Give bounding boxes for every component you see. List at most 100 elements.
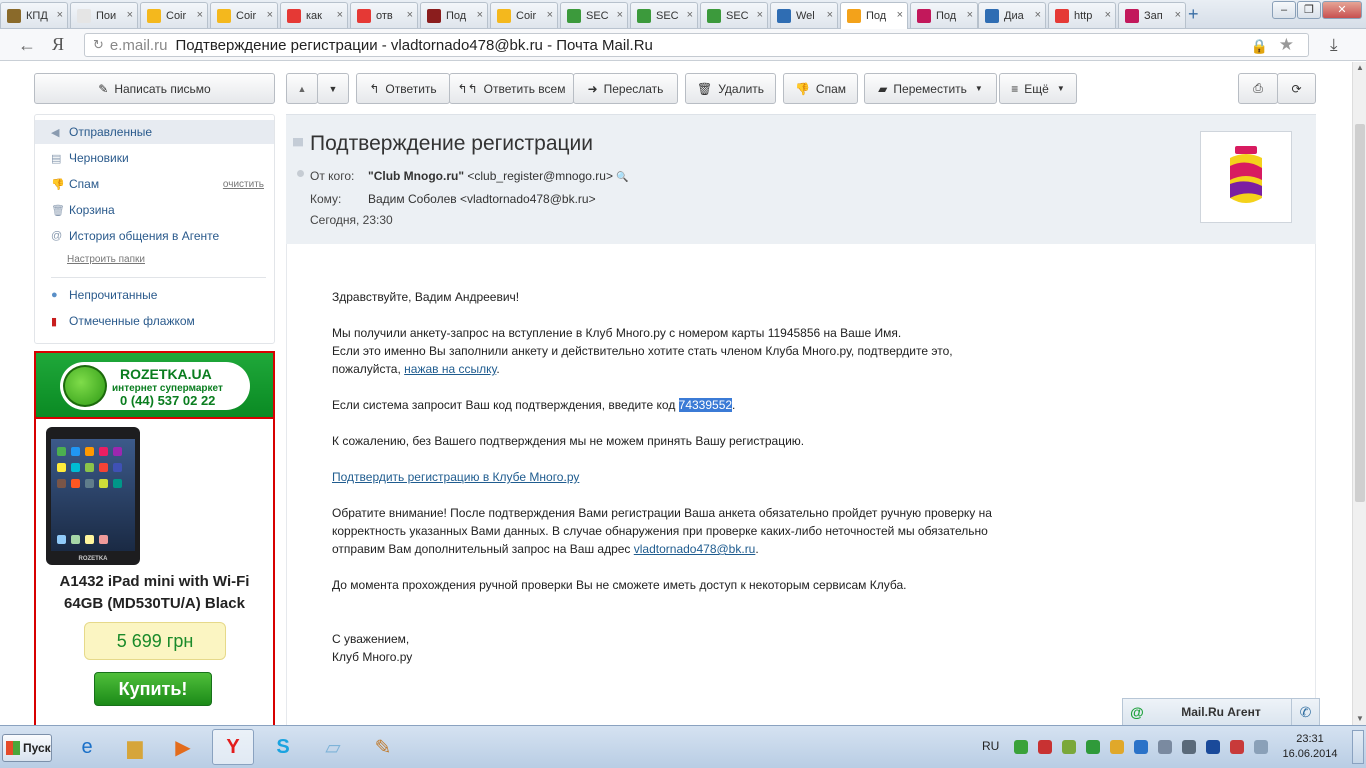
tab-close-icon[interactable]: × <box>1035 9 1041 21</box>
mailru-agent-bar[interactable]: @ Mail.Ru Агент ✆ <box>1122 698 1320 725</box>
tab-close-icon[interactable]: × <box>267 9 273 21</box>
back-arrow-icon[interactable]: ← <box>18 35 36 56</box>
ad-buy-button[interactable]: Купить! <box>94 672 212 706</box>
forward-button[interactable]: ➜ Переслать <box>573 73 678 104</box>
tray-bluetooth-icon[interactable] <box>1206 740 1220 754</box>
recipient[interactable]: Вадим Соболев <vladtornado478@bk.ru> <box>368 192 596 206</box>
tab-close-icon[interactable]: × <box>127 9 133 21</box>
clock[interactable]: 23:31 16.06.2014 <box>1280 732 1340 762</box>
new-tab-button[interactable]: + <box>1188 4 1199 25</box>
notepad-icon[interactable]: ▱ <box>312 729 354 765</box>
refresh-button[interactable]: ⟳ <box>1277 73 1316 104</box>
tab-close-icon[interactable]: × <box>337 9 343 21</box>
browser-tab[interactable]: Под × <box>910 2 978 28</box>
reply-button[interactable]: ↰ Ответить <box>356 73 450 104</box>
compose-button[interactable]: ✎ Написать письмо <box>34 73 275 104</box>
setup-folders-link[interactable]: Настроить папки <box>67 254 145 265</box>
tray-security-icon[interactable] <box>1230 740 1244 754</box>
more-button[interactable]: ≡ Ещё ▼ <box>999 73 1077 104</box>
confirmation-code[interactable]: 74339552 <box>678 398 733 412</box>
tab-close-icon[interactable]: × <box>547 9 553 21</box>
tab-close-icon[interactable]: × <box>967 9 973 21</box>
show-desktop-button[interactable] <box>1352 730 1364 764</box>
confirm-inline-link[interactable]: нажав на ссылку <box>404 362 496 376</box>
browser-tab[interactable]: Coir × <box>210 2 278 28</box>
tray-volume-icon[interactable] <box>1158 740 1172 754</box>
media-player-icon[interactable]: ▶ <box>162 729 204 765</box>
tray-display-icon[interactable] <box>1182 740 1196 754</box>
print-button[interactable]: ⎙ <box>1238 73 1278 104</box>
tray-update-icon[interactable] <box>1110 740 1124 754</box>
language-indicator[interactable]: RU <box>982 739 999 753</box>
browser-tab[interactable]: как × <box>280 2 348 28</box>
browser-tab[interactable]: Coir × <box>140 2 208 28</box>
tab-close-icon[interactable]: × <box>197 9 203 21</box>
tab-close-icon[interactable]: × <box>757 9 763 21</box>
reload-icon[interactable]: ↻ <box>93 37 104 53</box>
phone-icon[interactable]: ✆ <box>1291 699 1319 725</box>
prev-message-button[interactable]: ▲ <box>286 73 318 104</box>
rozetka-ad-banner[interactable]: ROZETKA.UA интернет супермаркет 0 (44) 5… <box>34 351 275 725</box>
flag-toggle-icon[interactable] <box>293 138 303 150</box>
internet-explorer-icon[interactable]: e <box>66 729 108 765</box>
browser-tab[interactable]: Под × <box>840 2 908 29</box>
yandex-browser-icon[interactable]: Y <box>212 729 254 765</box>
email-link[interactable]: vladtornado478@bk.ru <box>634 542 756 556</box>
reply-all-button[interactable]: ↰↰ Ответить всем <box>449 73 574 104</box>
folder-sent[interactable]: ◀ Отправленные <box>35 120 274 144</box>
tray-power-icon[interactable] <box>1254 740 1268 754</box>
close-window-button[interactable]: ✕ <box>1322 1 1362 19</box>
vertical-scrollbar[interactable]: ▲ ▼ <box>1352 62 1366 725</box>
browser-tab[interactable]: Диа × <box>978 2 1046 28</box>
browser-tab[interactable]: Coir × <box>490 2 558 28</box>
spam-button[interactable]: 👎 Спам <box>783 73 858 104</box>
clean-spam-link[interactable]: очистить <box>223 179 264 190</box>
browser-tab[interactable]: SEC × <box>700 2 768 28</box>
tab-close-icon[interactable]: × <box>827 9 833 21</box>
delete-button[interactable]: 🗑 Удалить <box>685 73 776 104</box>
tray-agent-icon[interactable] <box>1014 740 1028 754</box>
browser-tab[interactable]: SEC × <box>630 2 698 28</box>
tray-network-icon[interactable] <box>1062 740 1076 754</box>
ad-product-name[interactable]: A1432 iPad mini with Wi-Fi 64GB (MD530TU… <box>36 571 273 615</box>
filter-flagged[interactable]: ▮ Отмеченные флажком <box>35 309 274 333</box>
address-bar[interactable]: ↻ e.mail.ru Подтверждение регистрации - … <box>84 33 1309 57</box>
tray-skype-icon[interactable] <box>1134 740 1148 754</box>
tab-close-icon[interactable]: × <box>57 9 63 21</box>
folder-spam[interactable]: 👎 Спам очистить <box>35 172 274 196</box>
download-icon[interactable]: ⤓ <box>1330 35 1338 55</box>
browser-tab[interactable]: Под × <box>420 2 488 28</box>
folder-drafts[interactable]: ▤ Черновики <box>35 146 274 170</box>
tab-close-icon[interactable]: × <box>687 9 693 21</box>
read-status-dot-icon[interactable] <box>297 170 304 177</box>
browser-tab[interactable]: Пои × <box>70 2 138 28</box>
scroll-up-icon[interactable]: ▲ <box>1356 63 1364 72</box>
tab-close-icon[interactable]: × <box>897 9 903 21</box>
scroll-down-icon[interactable]: ▼ <box>1356 714 1364 723</box>
minimize-button[interactable]: – <box>1272 1 1296 19</box>
browser-tab[interactable]: КПД × <box>0 2 68 28</box>
next-message-button[interactable]: ▼ <box>317 73 349 104</box>
tab-close-icon[interactable]: × <box>617 9 623 21</box>
bookmark-star-icon[interactable]: ★ <box>1279 35 1294 55</box>
folder-agent-history[interactable]: @ История общения в Агенте <box>35 224 274 248</box>
browser-tab[interactable]: Wel × <box>770 2 838 28</box>
paint-icon[interactable]: ✎ <box>362 729 404 765</box>
sender[interactable]: "Club Mnogo.ru" <club_register@mnogo.ru>… <box>368 169 629 183</box>
tab-close-icon[interactable]: × <box>1105 9 1111 21</box>
tray-user-icon[interactable] <box>1038 740 1052 754</box>
magnifier-icon[interactable]: 🔍 <box>616 172 628 183</box>
scroll-thumb[interactable] <box>1355 124 1365 502</box>
tab-close-icon[interactable]: × <box>477 9 483 21</box>
confirm-registration-link[interactable]: Подтвердить регистрацию в Клубе Много.ру <box>332 470 579 484</box>
tray-torrent-icon[interactable] <box>1086 740 1100 754</box>
folder-trash[interactable]: 🗑 Корзина <box>35 198 274 222</box>
browser-tab[interactable]: отв × <box>350 2 418 28</box>
maximize-button[interactable]: ❐ <box>1297 1 1321 19</box>
yandex-logo-icon[interactable]: Я <box>52 34 64 55</box>
explorer-folder-icon[interactable]: ▆ <box>114 729 156 765</box>
move-button[interactable]: ▰ Переместить ▼ <box>864 73 997 104</box>
tab-close-icon[interactable]: × <box>407 9 413 21</box>
filter-unread[interactable]: ● Непрочитанные <box>35 283 274 307</box>
start-button[interactable]: Пуск <box>2 734 52 762</box>
